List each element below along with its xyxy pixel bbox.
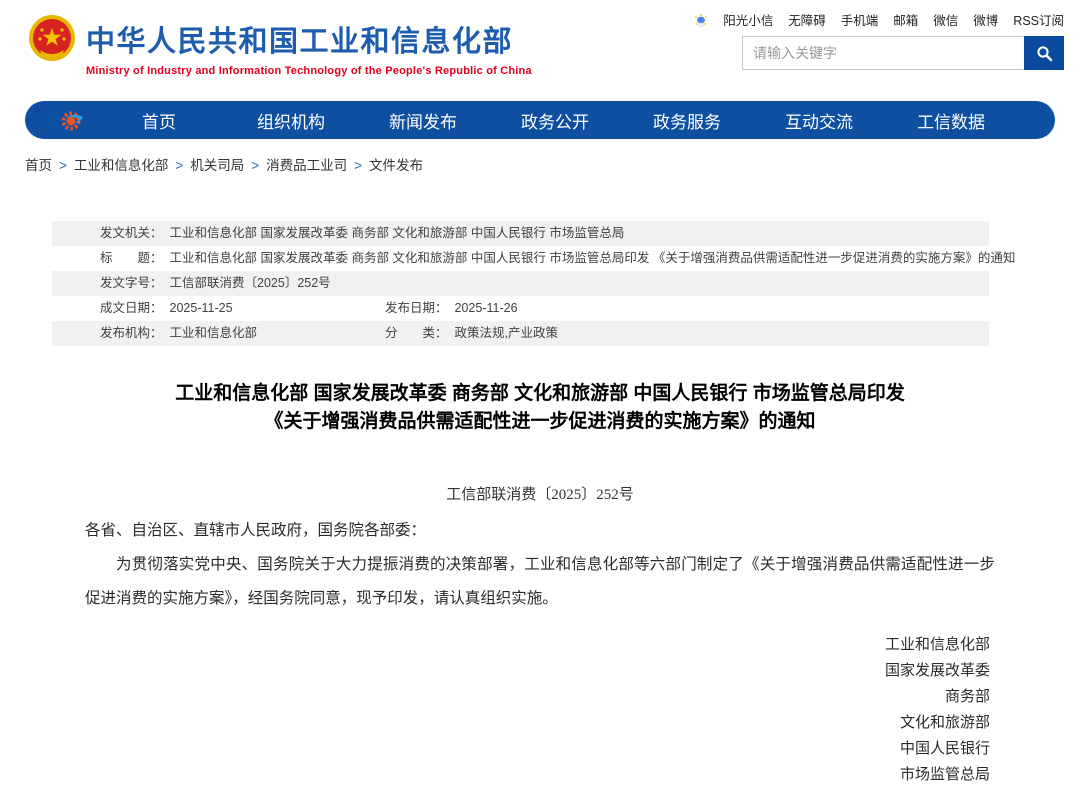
breadcrumb-separator: > [251,158,259,173]
top-link-5[interactable]: 微信 [933,10,958,29]
meta-value2-4: 2025-11-26 [455,301,518,315]
meta-row-2: 标 题：工业和信息化部 国家发展改革委 商务部 文化和旅游部 中国人民银行 市场… [52,246,989,271]
breadcrumb-item-4[interactable]: 消费品工业司 [266,158,347,173]
body-paragraph: 为贯彻落实党中央、国务院关于大力提振消费的决策部署，工业和信息化部等六部门制定了… [85,548,995,616]
site-header: 中华人民共和国工业和信息化部 Ministry of Industry and … [0,0,1080,95]
meta-value-1: 工业和信息化部 国家发展改革委 商务部 文化和旅游部 中国人民银行 市场监管总局 [170,226,625,240]
meta-label-4: 成文日期： [100,301,163,315]
breadcrumb: 首页 > 工业和信息化部 > 机关司局 > 消费品工业司 > 文件发布 [25,154,1080,174]
site-subtitle: Ministry of Industry and Information Tec… [86,65,532,77]
meta-value-3: 工信部联消费〔2025〕252号 [170,276,331,290]
brand-block: 中华人民共和国工业和信息化部 Ministry of Industry and … [86,18,532,77]
salutation: 各省、自治区、直辖市人民政府，国务院各部委： [85,514,995,548]
meta-value-5: 工业和信息化部 [170,326,258,340]
top-link-2[interactable]: 无障碍 [788,10,826,29]
document-title-line1: 工业和信息化部 国家发展改革委 商务部 文化和旅游部 中国人民银行 市场监管总局… [0,380,1080,408]
nav-item-6[interactable]: 互动交流 [753,108,885,133]
breadcrumb-item-5: 文件发布 [369,158,423,173]
meta-value2-5: 政策法规,产业政策 [455,326,558,340]
top-link-7[interactable]: RSS订阅 [1013,10,1064,29]
signature-line-2: 国家发展改革委 [0,658,990,684]
meta-label-3: 发文字号： [100,276,163,290]
nav-item-2[interactable]: 组织机构 [225,108,357,133]
signature-line-6: 市场监管总局 [0,762,990,785]
meta-row-1: 发文机关： 工业和信息化部 国家发展改革委 商务部 文化和旅游部 中国人民银行 市… [52,221,989,246]
search-icon [1036,45,1053,62]
top-links: 阳光小信无障碍手机端邮箱微信微博 RSS订阅 [694,10,1064,29]
document-title: 工业和信息化部 国家发展改革委 商务部 文化和旅游部 中国人民银行 市场监管总局… [0,380,1080,436]
meta-row-3: 发文字号： 工信部联消费〔2025〕252号 [52,271,989,296]
breadcrumb-item-3[interactable]: 机关司局 [190,158,244,173]
meta-value-2: 工业和信息化部 国家发展改革委 商务部 文化和旅游部 中国人民银行 市场监管总局… [170,251,1016,265]
breadcrumb-separator: > [354,158,362,173]
meta-row-4-col2: 发布日期： 2025-11-26 [385,296,518,321]
search-button[interactable] [1024,36,1064,70]
main-nav: 首页组织机构新闻发布政务公开政务服务互动交流工信数据 [25,101,1055,139]
top-link-6[interactable]: 微博 [973,10,998,29]
meta-label-2: 标 题： [100,251,163,265]
breadcrumb-item-1[interactable]: 首页 [25,158,52,173]
miit-logo-icon [59,106,87,134]
meta-row-4: 成文日期： 2025-11-25 发布日期： 2025-11-26 [52,296,989,321]
breadcrumb-separator: > [175,158,183,173]
mascot-icon [694,12,708,28]
meta-label-1: 发文机关： [100,226,163,240]
site-title: 中华人民共和国工业和信息化部 [86,18,532,60]
top-link-1[interactable]: 阳光小信 [723,10,773,29]
document-meta-table: 发文机关： 工业和信息化部 国家发展改革委 商务部 文化和旅游部 中国人民银行 市… [52,221,989,346]
document-title-line2: 《关于增强消费品供需适配性进一步促进消费的实施方案》的通知 [0,408,1080,436]
meta-label-5: 发布机构： [100,326,163,340]
nav-item-3[interactable]: 新闻发布 [357,108,489,133]
nav-item-4[interactable]: 政务公开 [489,108,621,133]
signature-line-1: 工业和信息化部 [0,632,990,658]
document-body: 各省、自治区、直辖市人民政府，国务院各部委： 为贯彻落实党中央、国务院关于大力提… [85,514,995,616]
meta-label2-4: 发布日期： [385,301,448,315]
top-link-4[interactable]: 邮箱 [893,10,918,29]
signature-line-3: 商务部 [0,684,990,710]
national-emblem-icon [28,14,76,62]
top-link-3[interactable]: 手机端 [841,10,879,29]
meta-label2-5: 分 类： [385,326,448,340]
signature-line-5: 中国人民银行 [0,736,990,762]
nav-item-5[interactable]: 政务服务 [621,108,753,133]
meta-row-5-col2: 分 类： 政策法规,产业政策 [385,321,558,346]
document-number: 工信部联消费〔2025〕252号 [0,483,1080,504]
search-input[interactable] [743,37,1024,69]
meta-value-4: 2025-11-25 [170,301,233,315]
breadcrumb-separator: > [59,158,67,173]
search-bar [742,36,1064,70]
meta-row-5: 发布机构： 工业和信息化部 分 类： 政策法规,产业政策 [52,321,989,346]
breadcrumb-item-2[interactable]: 工业和信息化部 [74,158,169,173]
nav-item-7[interactable]: 工信数据 [885,108,1017,133]
signature-line-4: 文化和旅游部 [0,710,990,736]
nav-item-1[interactable]: 首页 [93,108,225,133]
signature-block: 工业和信息化部国家发展改革委商务部文化和旅游部中国人民银行市场监管总局2025年… [0,632,990,785]
